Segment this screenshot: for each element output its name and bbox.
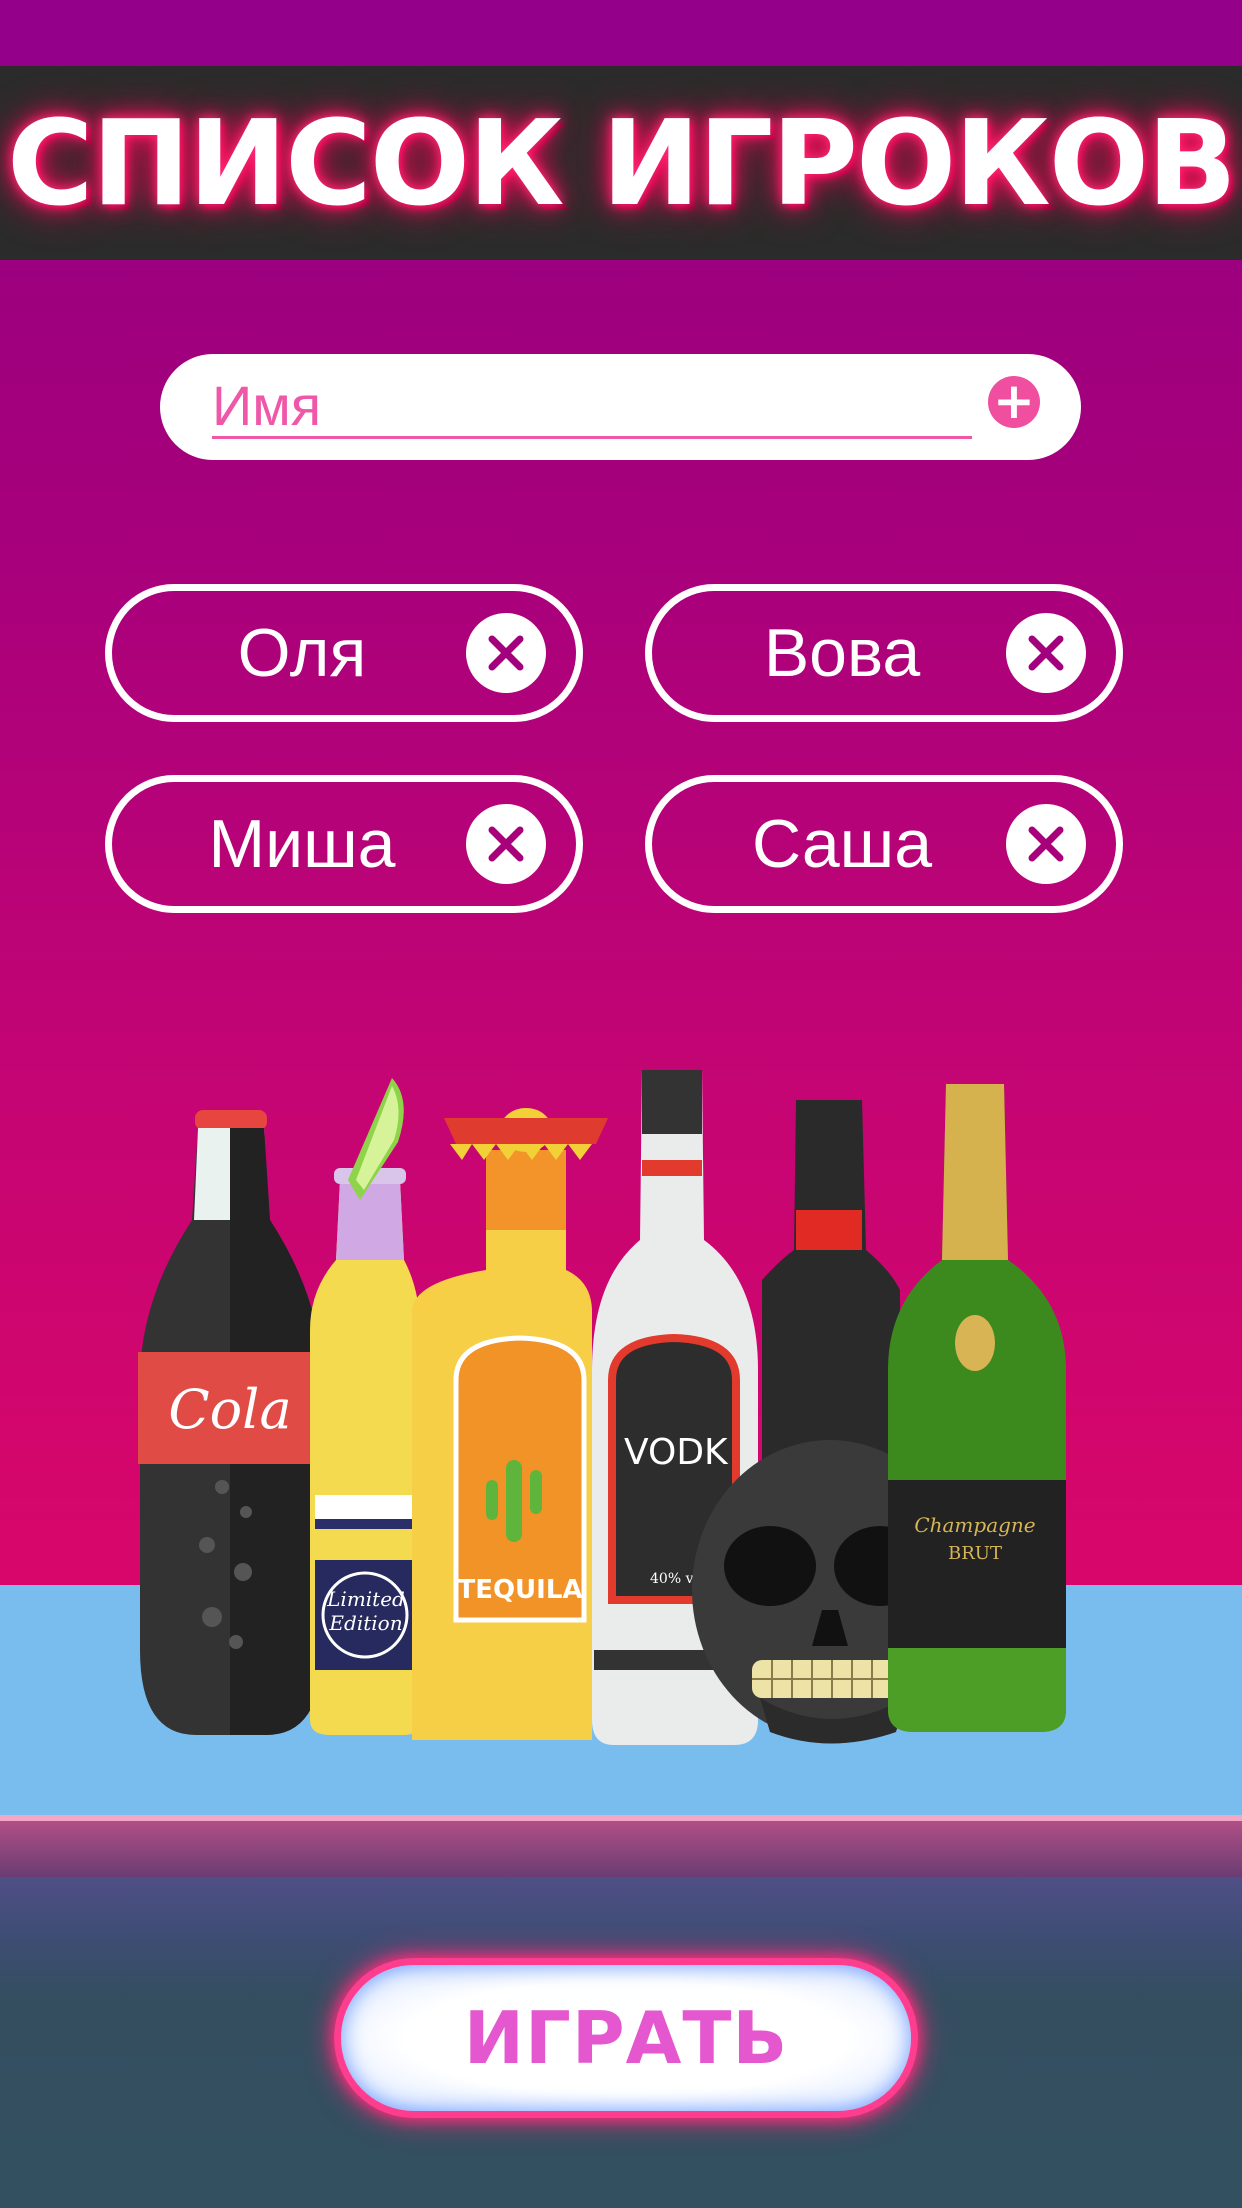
play-button[interactable]: ИГРАТЬ xyxy=(334,1958,918,2118)
name-field[interactable]: + xyxy=(160,354,1081,460)
close-icon xyxy=(488,826,524,862)
remove-player-button[interactable] xyxy=(1006,613,1086,693)
beer-label-line2: Edition xyxy=(328,1611,402,1635)
header-bar: СПИСОК ИГРОКОВ xyxy=(0,66,1242,260)
player-chip: Саша xyxy=(645,775,1123,913)
close-icon xyxy=(488,635,524,671)
add-player-button[interactable]: + xyxy=(988,376,1040,428)
close-icon xyxy=(1028,826,1064,862)
remove-player-button[interactable] xyxy=(1006,804,1086,884)
close-icon xyxy=(1028,635,1064,671)
tequila-label: TEQUILA xyxy=(457,1575,582,1605)
bottles-illustration: Cola Limited Edition TEQUILA VODK 40% vo… xyxy=(138,1070,1066,1745)
counter-front xyxy=(0,1821,1242,1877)
cola-bottle: Cola xyxy=(138,1110,324,1735)
champagne-bottle: Champagne BRUT xyxy=(888,1084,1066,1732)
player-name: Саша xyxy=(751,806,933,882)
top-strip xyxy=(0,0,1242,66)
player-chip: Оля xyxy=(105,584,583,722)
vodka-label: VODK xyxy=(624,1432,729,1473)
player-name: Миша xyxy=(208,806,396,882)
remove-player-button[interactable] xyxy=(466,804,546,884)
champagne-label-line1: Champagne xyxy=(914,1513,1035,1537)
beer-label-line1: Limited xyxy=(326,1587,405,1611)
player-name: Вова xyxy=(763,615,921,691)
player-name: Оля xyxy=(237,615,367,691)
cola-label: Cola xyxy=(168,1378,291,1441)
player-chip: Вова xyxy=(645,584,1123,722)
champagne-label-line2: BRUT xyxy=(948,1543,1002,1564)
name-input[interactable] xyxy=(212,374,972,439)
player-chip: Миша xyxy=(105,775,583,913)
remove-player-button[interactable] xyxy=(466,613,546,693)
plus-circle-icon: + xyxy=(993,372,1035,430)
play-button-label: ИГРАТЬ xyxy=(463,1996,789,2080)
tequila-bottle: TEQUILA xyxy=(412,1108,608,1740)
beer-bottle: Limited Edition xyxy=(310,1078,420,1735)
page-title: СПИСОК ИГРОКОВ xyxy=(7,94,1237,232)
